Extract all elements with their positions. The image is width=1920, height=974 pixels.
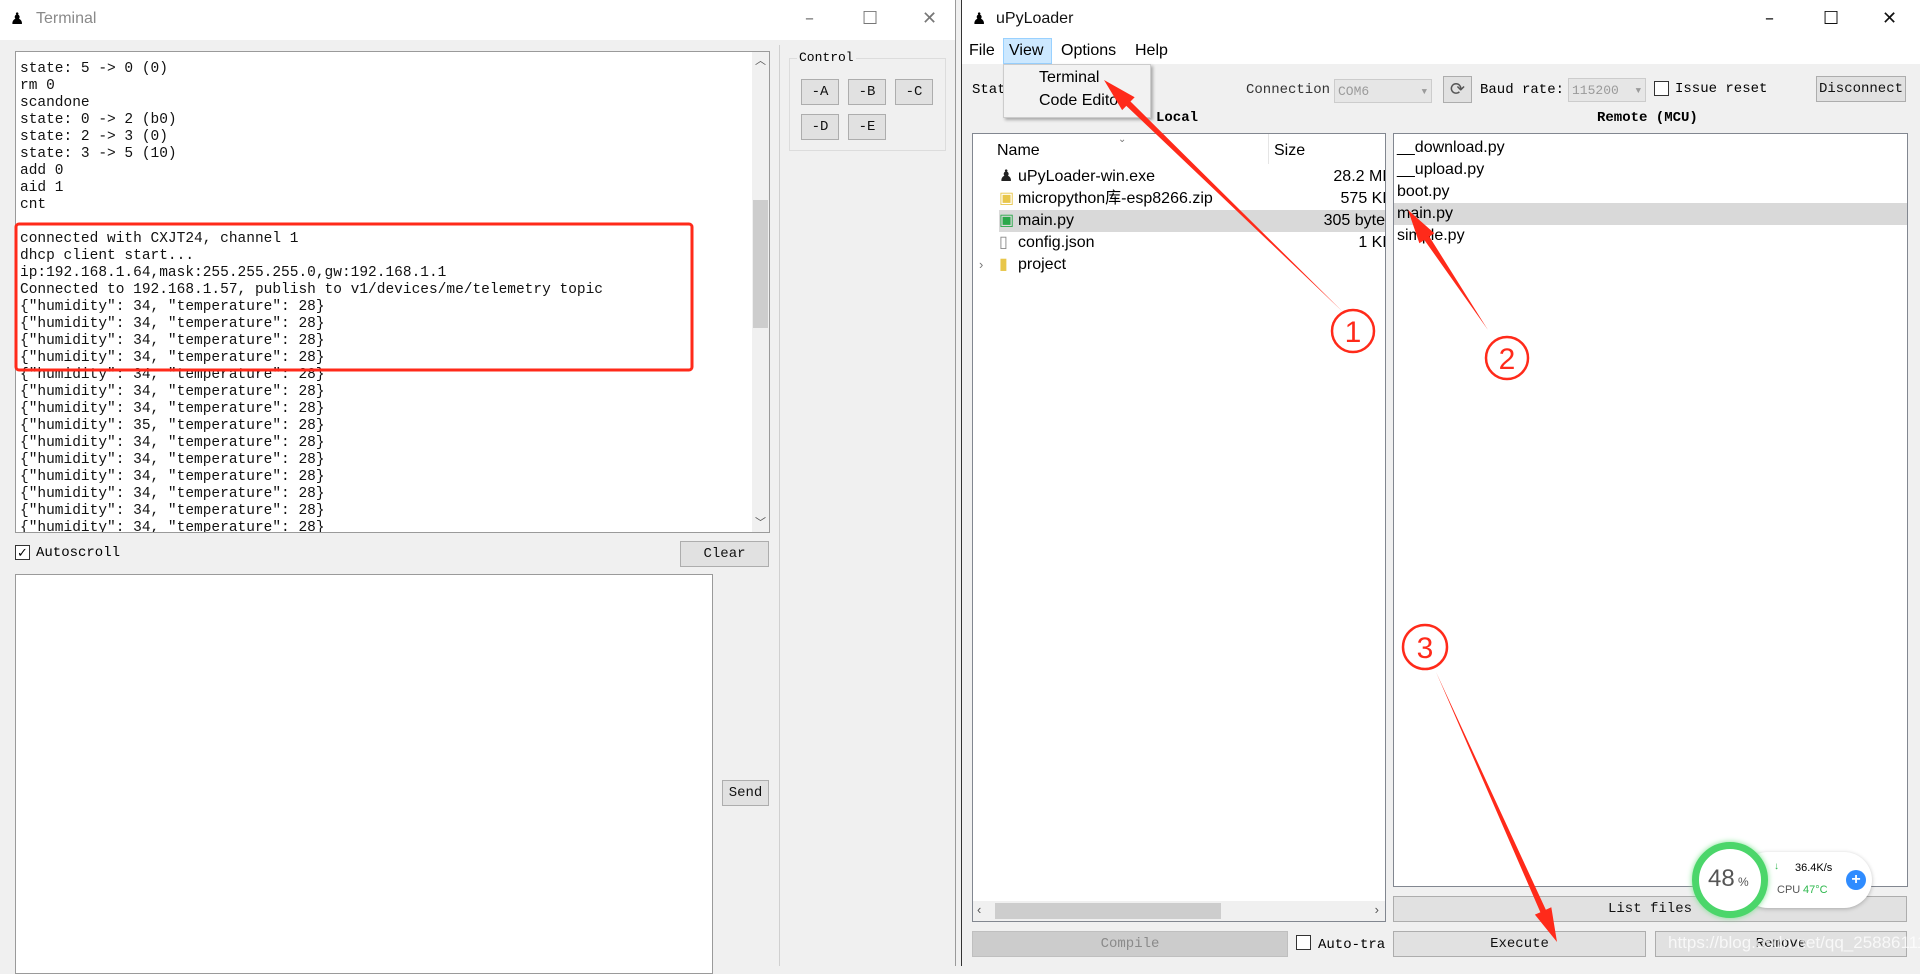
annotation-number-2: 2 [1499, 343, 1516, 376]
annotation-overlay: 1 2 3 [14, 80, 1557, 942]
annotation-arrow-2 [1408, 210, 1488, 330]
annotation-arrow-1 [1104, 80, 1343, 312]
annotation-number-1: 1 [1345, 316, 1362, 349]
highlight-box [14, 222, 694, 372]
annotation-arrow-3 [1436, 672, 1557, 942]
annotation-number-3: 3 [1417, 632, 1434, 665]
